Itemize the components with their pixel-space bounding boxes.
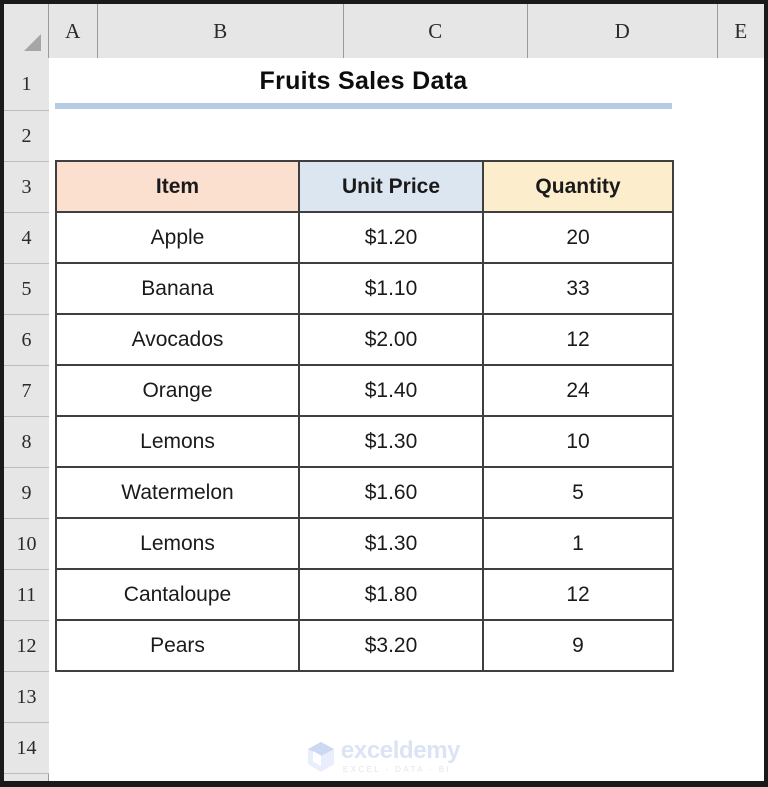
column-header-unit-price[interactable]: Unit Price (298, 160, 484, 213)
cell-item[interactable]: Cantaloupe (55, 568, 300, 621)
cell-quantity[interactable]: 5 (482, 466, 674, 519)
row-header-4[interactable]: 4 (4, 213, 49, 264)
cell-quantity[interactable]: 33 (482, 262, 674, 315)
cell-item[interactable]: Lemons (55, 517, 300, 570)
row-header-14[interactable]: 14 (4, 723, 49, 774)
cell-unit-price[interactable]: $2.00 (298, 313, 484, 366)
column-header-quantity[interactable]: Quantity (482, 160, 674, 213)
cell-quantity[interactable]: 12 (482, 568, 674, 621)
table-row: Pears $3.20 9 (55, 619, 674, 672)
column-header-a[interactable]: A (49, 4, 98, 58)
row-header-8[interactable]: 8 (4, 417, 49, 468)
cell-unit-price[interactable]: $1.10 (298, 262, 484, 315)
row-header-bar: 1 2 3 4 5 6 7 8 9 10 11 12 13 14 (4, 58, 49, 781)
row-header-5[interactable]: 5 (4, 264, 49, 315)
cell-unit-price[interactable]: $1.20 (298, 211, 484, 264)
cell-item[interactable]: Watermelon (55, 466, 300, 519)
cell-unit-price[interactable]: $1.40 (298, 364, 484, 417)
row-header-3[interactable]: 3 (4, 162, 49, 213)
column-header-bar: A B C D E (4, 4, 764, 58)
cell-quantity[interactable]: 20 (482, 211, 674, 264)
cell-quantity[interactable]: 10 (482, 415, 674, 468)
title-underline-rule (55, 103, 672, 109)
cell-unit-price[interactable]: $3.20 (298, 619, 484, 672)
worksheet-grid[interactable]: A B C D E 1 2 3 4 5 6 7 8 9 10 11 12 13 14 Fruits Sal… (4, 4, 764, 781)
select-all-triangle-icon (24, 34, 41, 51)
row-header-13[interactable]: 13 (4, 672, 49, 723)
cell-quantity[interactable]: 9 (482, 619, 674, 672)
cell-item[interactable]: Orange (55, 364, 300, 417)
cell-quantity[interactable]: 12 (482, 313, 674, 366)
row-header-6[interactable]: 6 (4, 315, 49, 366)
row-header-9[interactable]: 9 (4, 468, 49, 519)
table-row: Lemons $1.30 10 (55, 415, 674, 468)
row-header-1[interactable]: 1 (4, 58, 49, 111)
cell-quantity[interactable]: 24 (482, 364, 674, 417)
column-header-d[interactable]: D (528, 4, 718, 58)
table-row: Watermelon $1.60 5 (55, 466, 674, 519)
table-row: Lemons $1.30 1 (55, 517, 674, 570)
cell-item[interactable]: Pears (55, 619, 300, 672)
table-row: Banana $1.10 33 (55, 262, 674, 315)
column-header-e[interactable]: E (718, 4, 764, 58)
select-all-corner[interactable] (4, 4, 49, 58)
cell-item[interactable]: Lemons (55, 415, 300, 468)
row-header-7[interactable]: 7 (4, 366, 49, 417)
column-header-b[interactable]: B (98, 4, 344, 58)
table-header-row: Item Unit Price Quantity (55, 160, 674, 213)
cell-unit-price[interactable]: $1.80 (298, 568, 484, 621)
cell-unit-price[interactable]: $1.30 (298, 415, 484, 468)
cell-item[interactable]: Banana (55, 262, 300, 315)
table-row: Cantaloupe $1.80 12 (55, 568, 674, 621)
cell-unit-price[interactable]: $1.60 (298, 466, 484, 519)
row-header-2[interactable]: 2 (4, 111, 49, 162)
column-header-item[interactable]: Item (55, 160, 300, 213)
excel-screenshot: A B C D E 1 2 3 4 5 6 7 8 9 10 11 12 13 14 Fruits Sal… (0, 0, 768, 787)
page-title: Fruits Sales Data (259, 67, 468, 95)
table-row: Avocados $2.00 12 (55, 313, 674, 366)
row-header-11[interactable]: 11 (4, 570, 49, 621)
row-header-12[interactable]: 12 (4, 621, 49, 672)
cell-item[interactable]: Apple (55, 211, 300, 264)
column-header-c[interactable]: C (344, 4, 528, 58)
fruits-sales-table[interactable]: Item Unit Price Quantity Apple $1.20 20 Ban… (55, 160, 674, 672)
cell-item[interactable]: Avocados (55, 313, 300, 366)
cell-unit-price[interactable]: $1.30 (298, 517, 484, 570)
sheet-title-block[interactable]: Fruits Sales Data (55, 59, 672, 117)
table-row: Apple $1.20 20 (55, 211, 674, 264)
cell-quantity[interactable]: 1 (482, 517, 674, 570)
row-header-10[interactable]: 10 (4, 519, 49, 570)
table-row: Orange $1.40 24 (55, 364, 674, 417)
